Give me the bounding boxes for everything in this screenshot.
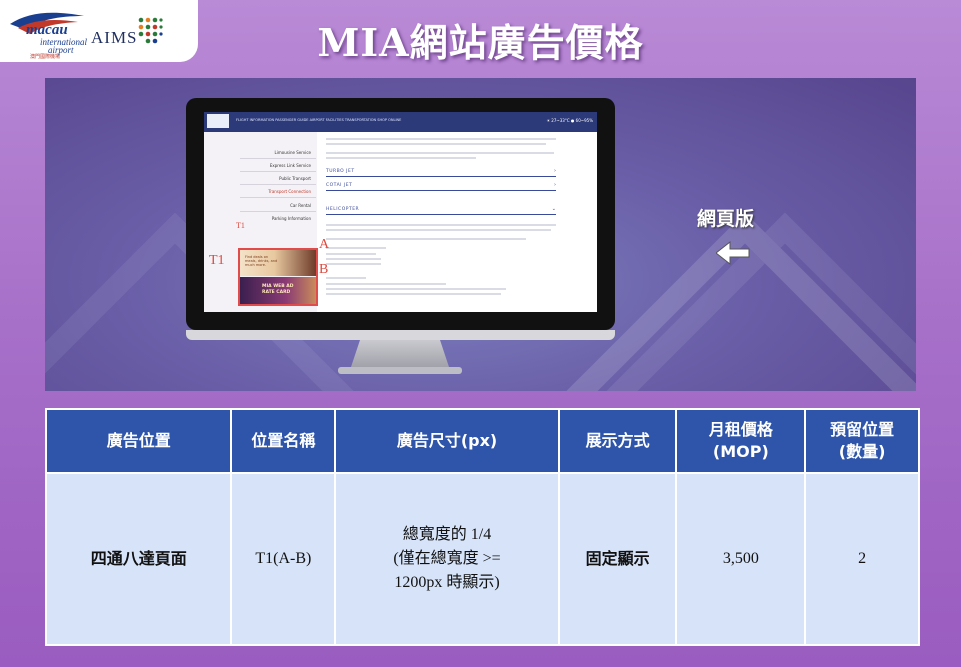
ad-tag-t1-small: T1: [236, 221, 245, 230]
text-line: [326, 157, 476, 159]
monitor-frame: FLIGHT INFORMATION PASSENGER GUIDE AIRPO…: [186, 98, 615, 330]
header-ad-position: 廣告位置: [44, 408, 233, 474]
header-reserved-slots: 預留位置 (數量): [804, 408, 920, 474]
website-screen: FLIGHT INFORMATION PASSENGER GUIDE AIRPO…: [204, 112, 597, 312]
monitor-base: [338, 367, 462, 374]
sidebar-divider: [240, 211, 316, 212]
text-line: [326, 263, 381, 265]
text-line: [326, 283, 446, 285]
accordion-helicopter[interactable]: HELICOPTER ⌄: [326, 205, 556, 215]
ad-banner-b-text: MIA WEB AD RATE CARD: [262, 284, 293, 296]
accordion-label: HELICOPTER: [326, 207, 360, 212]
text-line: [326, 238, 526, 240]
web-version-label: 網頁版: [697, 208, 755, 230]
accordion-label: TURBO JET: [326, 169, 355, 174]
sidebar-divider: [240, 197, 316, 198]
text-line: [326, 293, 501, 295]
left-arrow-icon: [716, 240, 750, 266]
sidebar-item-transport-connection[interactable]: Transport Connection: [268, 189, 311, 194]
ad-b-line-2: RATE CARD: [262, 290, 291, 295]
header-price-line2: (MOP): [712, 442, 769, 461]
header-price-line1: 月租價格: [708, 420, 773, 439]
chevron-down-icon: ⌄: [551, 206, 556, 212]
cell-monthly-price: 3,500: [675, 472, 807, 646]
cell-reserved-slots: 2: [804, 472, 920, 646]
sidebar-divider: [240, 184, 316, 185]
header-position-name: 位置名稱: [230, 408, 337, 474]
size-line1: 總寬度的 1/4: [402, 526, 492, 543]
text-line: [326, 152, 554, 154]
cell-ad-position: 四通八達頁面: [44, 472, 233, 646]
sidebar-item-express-link[interactable]: Express Link Service: [270, 163, 311, 168]
accordion-cotai-jet[interactable]: COTAI JET ›: [326, 181, 556, 191]
chevron-right-icon: ›: [554, 168, 556, 174]
size-line2: (僅在總寬度 >=: [393, 550, 501, 567]
text-line: [326, 229, 551, 231]
chevron-right-icon: ›: [554, 182, 556, 188]
text-line: [326, 143, 546, 145]
accordion-turbo-jet[interactable]: TURBO JET ›: [326, 167, 556, 177]
text-line: [326, 224, 556, 226]
text-line: [326, 138, 556, 140]
site-logo: [207, 114, 229, 128]
site-nav[interactable]: FLIGHT INFORMATION PASSENGER GUIDE AIRPO…: [236, 118, 401, 122]
header-display-method: 展示方式: [557, 408, 678, 474]
text-line: [326, 288, 506, 290]
site-weather: ☀ 27~33°C ● 60~95%: [546, 118, 593, 123]
text-line: [326, 258, 381, 260]
table-header-row: 廣告位置 位置名稱 廣告尺寸(px) 展示方式 月租價格 (MOP) 預留位置 …: [44, 408, 920, 474]
sidebar-divider: [240, 158, 316, 159]
web-preview-panel: FLIGHT INFORMATION PASSENGER GUIDE AIRPO…: [45, 78, 916, 391]
sidebar-item-limousine[interactable]: Limousine Service: [275, 150, 311, 155]
accordion-label: COTAI JET: [326, 183, 353, 188]
ad-tag-b: B: [319, 262, 329, 277]
page-title: MIA網站廣告價格: [317, 20, 644, 65]
pricing-table: 廣告位置 位置名稱 廣告尺寸(px) 展示方式 月租價格 (MOP) 預留位置 …: [44, 408, 920, 646]
text-line: [326, 277, 366, 279]
table-row: 四通八達頁面 T1(A-B) 總寬度的 1/4 (僅在總寬度 >= 1200px…: [44, 472, 920, 646]
sidebar-item-car-rental[interactable]: Car Rental: [290, 203, 311, 208]
cell-display-method: 固定顯示: [557, 472, 678, 646]
site-top-bar: FLIGHT INFORMATION PASSENGER GUIDE AIRPO…: [204, 112, 597, 132]
monitor-chin: [186, 330, 615, 340]
ad-tag-t1: T1: [209, 253, 225, 268]
text-line: [326, 253, 376, 255]
cell-position-name: T1(A-B): [230, 472, 337, 646]
ad-banner-a-text: Find deals on meals, drinks, and much mo…: [245, 255, 278, 267]
header-ad-size: 廣告尺寸(px): [334, 408, 560, 474]
monitor-stand: [350, 340, 450, 370]
sidebar-item-parking[interactable]: Parking Information: [272, 216, 311, 221]
ad-tag-a: A: [319, 237, 330, 252]
cell-ad-size: 總寬度的 1/4 (僅在總寬度 >= 1200px 時顯示): [334, 472, 560, 646]
header-monthly-price: 月租價格 (MOP): [675, 408, 807, 474]
sidebar-item-public-transport[interactable]: Public Transport: [279, 176, 311, 181]
sidebar-divider: [240, 171, 316, 172]
header-reserve-line2: (數量): [838, 442, 886, 461]
header-reserve-line1: 預留位置: [830, 420, 895, 439]
text-line: [326, 247, 386, 249]
size-line3: 1200px 時顯示): [394, 574, 500, 591]
